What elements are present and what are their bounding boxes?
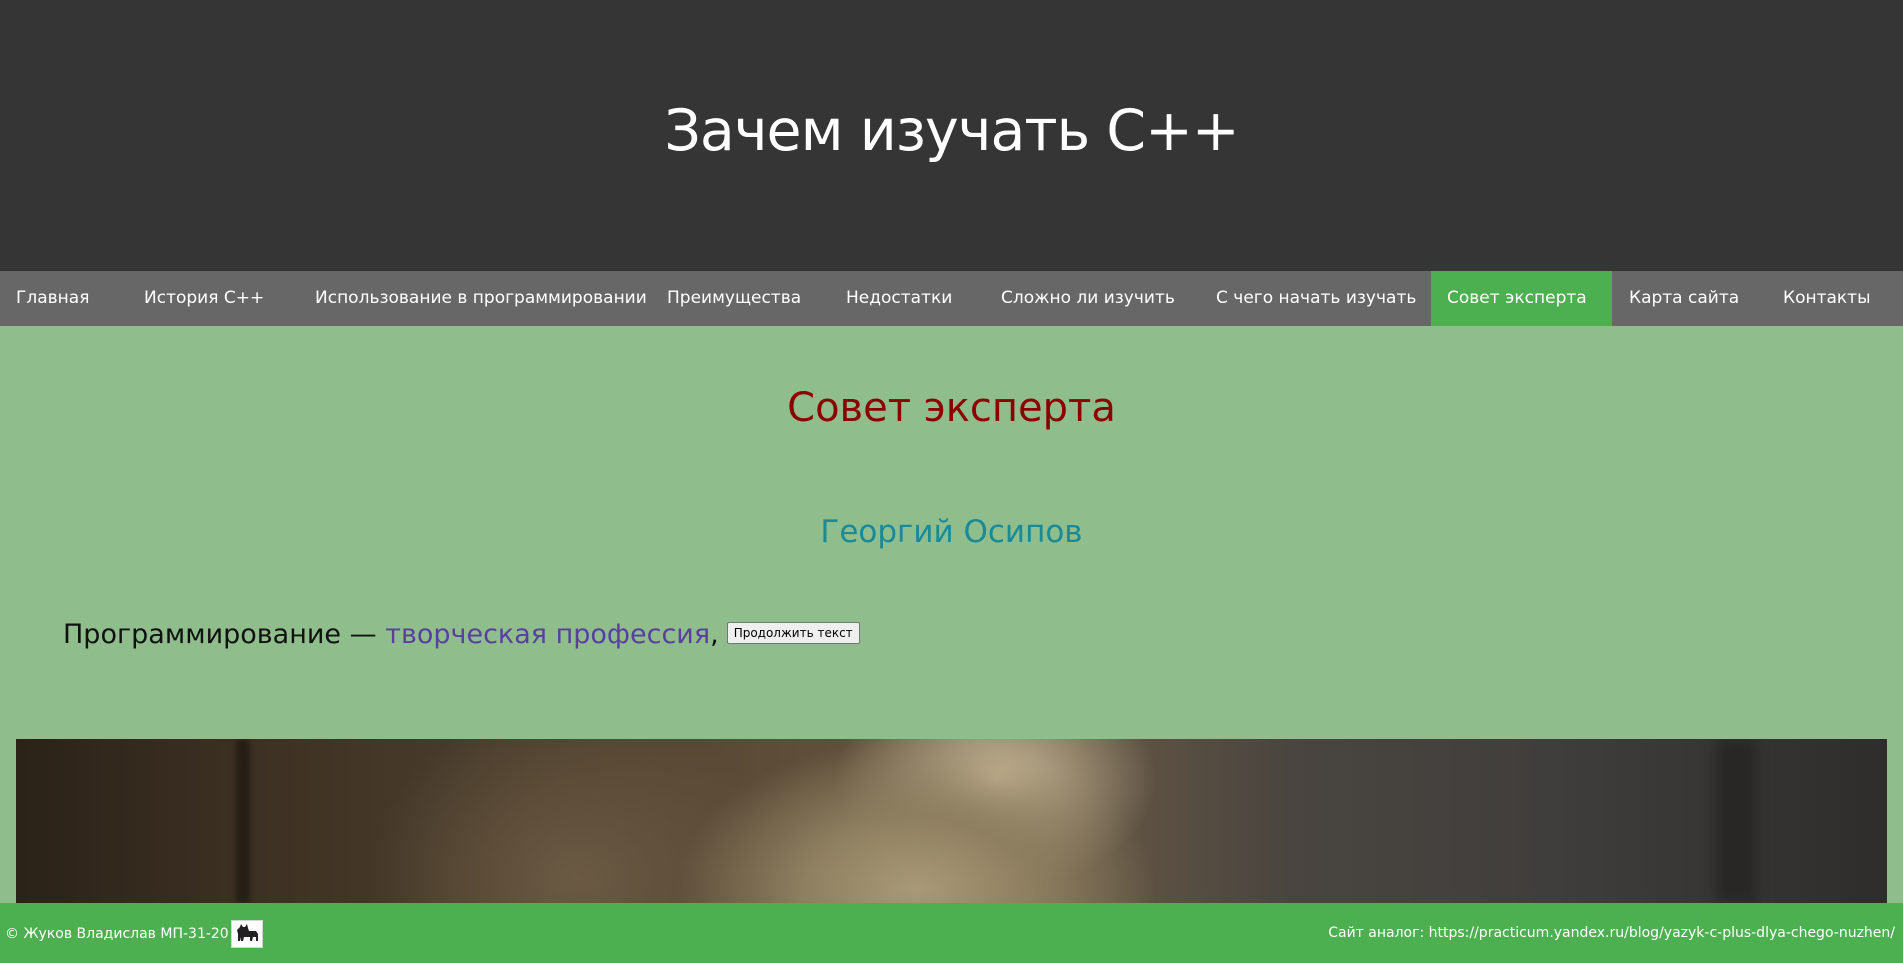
footer-analog: Сайт аналог: https://practicum.yandex.ru… bbox=[1328, 903, 1895, 963]
analog-link[interactable]: https://practicum.yandex.ru/blog/yazyk-c… bbox=[1429, 925, 1895, 941]
nav-item-disadvantages[interactable]: Недостатки bbox=[830, 271, 968, 326]
site-header: Зачем изучать С++ bbox=[0, 0, 1903, 271]
nav-item-history[interactable]: История С++ bbox=[128, 271, 280, 326]
dog-icon bbox=[231, 920, 263, 948]
site-title: Зачем изучать С++ bbox=[664, 97, 1239, 164]
nav-item-home[interactable]: Главная bbox=[0, 271, 105, 326]
nav-item-sitemap[interactable]: Карта сайта bbox=[1613, 271, 1755, 326]
nav-item-difficulty[interactable]: Сложно ли изучить bbox=[985, 271, 1191, 326]
nav-item-expert-advice[interactable]: Совет эксперта bbox=[1431, 271, 1612, 326]
analog-label: Сайт аналог: bbox=[1328, 925, 1429, 941]
expert-name: Георгий Осипов bbox=[820, 514, 1083, 550]
continue-text-button[interactable]: Продолжить текст bbox=[726, 621, 860, 644]
nav-item-usage[interactable]: Использование в программировании bbox=[299, 271, 663, 326]
nav-item-contacts[interactable]: Контакты bbox=[1767, 271, 1887, 326]
expert-quote: Программирование — творческая профессия,… bbox=[63, 619, 860, 650]
quote-trail: , bbox=[710, 619, 719, 650]
site-footer: © Жуков Владислав МП-31-20 id:9 Сайт ана… bbox=[0, 903, 1903, 963]
nav-item-advantages[interactable]: Преимущества bbox=[651, 271, 817, 326]
expert-photo bbox=[16, 739, 1887, 903]
nav-item-getting-started[interactable]: С чего начать изучать bbox=[1200, 271, 1432, 326]
quote-link[interactable]: творческая профессия bbox=[385, 619, 710, 650]
footer-copyright: © Жуков Владислав МП-31-20 id:9 bbox=[5, 926, 260, 942]
page-title: Совет эксперта bbox=[787, 385, 1116, 431]
quote-lead: Программирование — bbox=[63, 619, 386, 650]
main-nav: Главная История С++ Использование в прог… bbox=[0, 271, 1903, 326]
